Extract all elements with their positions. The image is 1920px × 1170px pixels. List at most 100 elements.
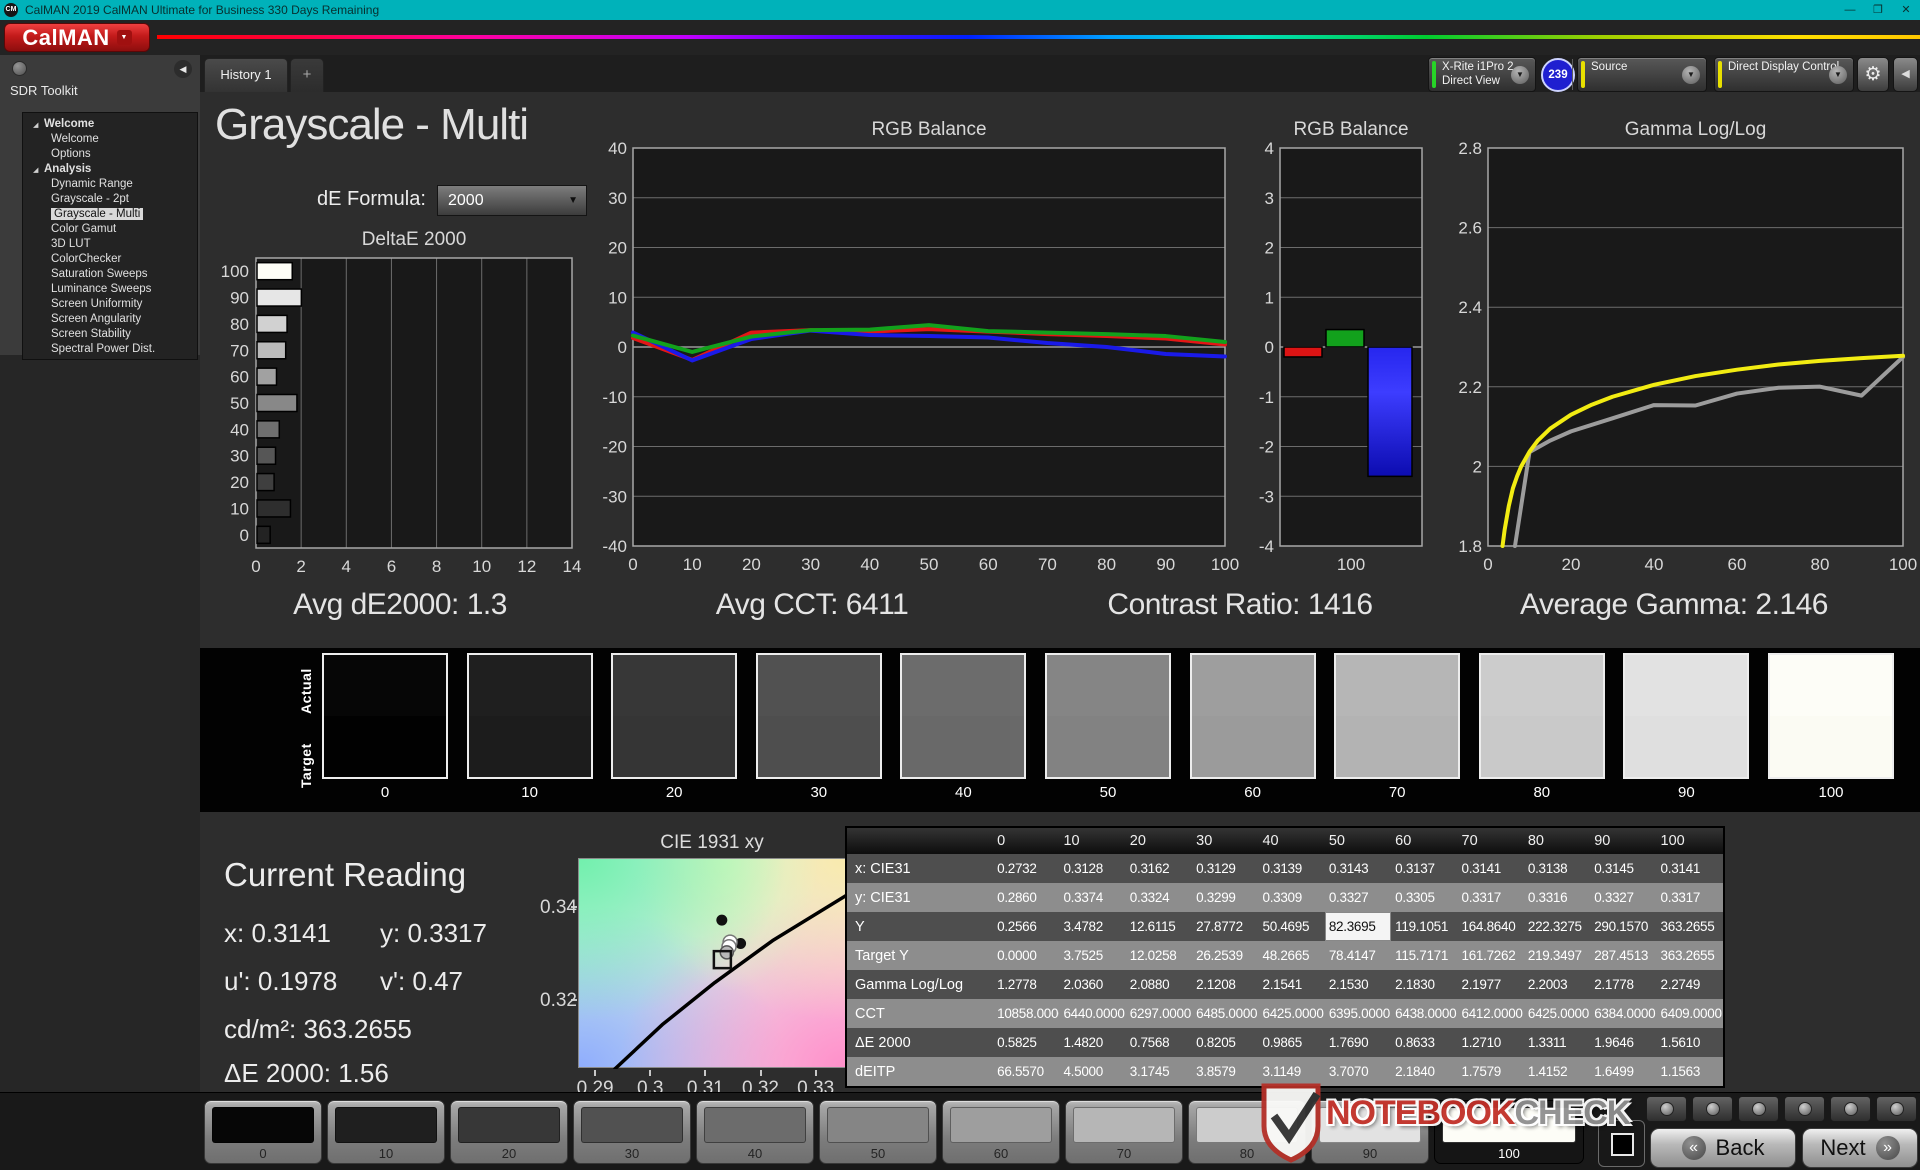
meter-dropdown[interactable]: X-Rite i1Pro 2 Direct View ▼ [1428,57,1536,92]
table-cell[interactable]: 12.0258 [1126,941,1192,970]
mini-toolbar-button[interactable] [1830,1096,1871,1122]
table-cell[interactable]: 0.3139 [1258,854,1324,883]
table-cell[interactable]: 164.8640 [1458,912,1524,941]
table-cell[interactable]: 287.4513 [1590,941,1656,970]
table-cell[interactable]: 2.1778 [1590,970,1656,999]
table-cell[interactable]: 0.2732 [993,854,1059,883]
level-button-40[interactable]: 40 [696,1100,814,1164]
table-cell[interactable]: 0.3128 [1059,854,1125,883]
table-cell[interactable]: 1.4152 [1524,1057,1590,1086]
tree-expander-icon[interactable]: ◢ [33,118,43,133]
table-cell[interactable]: 363.2655 [1657,941,1723,970]
table-cell[interactable]: 0.3317 [1458,883,1524,912]
level-button-60[interactable]: 60 [942,1100,1060,1164]
level-button-0[interactable]: 0 [204,1100,322,1164]
table-cell[interactable]: 0.3145 [1590,854,1656,883]
source-dropdown[interactable]: Source ▼ [1577,57,1707,92]
table-cell[interactable]: 78.4147 [1325,941,1391,970]
table-cell[interactable]: 222.3275 [1524,912,1590,941]
table-cell[interactable]: 0.2860 [993,883,1059,912]
table-cell[interactable]: 66.5570 [993,1057,1059,1086]
table-cell[interactable]: 1.5610 [1657,1028,1723,1057]
sidebar-item-grayscale-multi[interactable]: Grayscale - Multi [23,207,197,222]
table-cell[interactable]: 219.3497 [1524,941,1590,970]
sidebar-item-screen-stability[interactable]: Screen Stability [23,327,197,342]
table-cell[interactable]: 3.8579 [1192,1057,1258,1086]
table-cell[interactable]: 0.3374 [1059,883,1125,912]
table-cell[interactable]: 1.4820 [1059,1028,1125,1057]
level-button-90[interactable]: 90 [1311,1100,1429,1164]
next-button[interactable]: Next » [1802,1128,1918,1168]
table-cell[interactable]: 0.3327 [1590,883,1656,912]
workflow-dot-icon[interactable] [12,61,27,76]
level-button-20[interactable]: 20 [450,1100,568,1164]
de-formula-select[interactable]: 2000 ▼ [437,185,587,216]
table-cell[interactable]: 6409.0000 [1657,999,1723,1028]
table-cell[interactable]: 0.3309 [1258,883,1324,912]
pattern-window-toggle[interactable] [1598,1120,1645,1167]
table-cell[interactable]: 2.2003 [1524,970,1590,999]
table-cell[interactable]: 26.2539 [1192,941,1258,970]
table-cell[interactable]: 290.1570 [1590,912,1656,941]
sidebar-item-grayscale-2pt[interactable]: Grayscale - 2pt [23,192,197,207]
table-cell[interactable]: 12.6115 [1126,912,1192,941]
settings-button[interactable]: ⚙ [1857,57,1889,92]
sidebar-item-dynamic-range[interactable]: Dynamic Range [23,177,197,192]
sidebar-item-luminance-sweeps[interactable]: Luminance Sweeps [23,282,197,297]
table-cell[interactable]: 363.2655 [1657,912,1723,941]
table-cell[interactable]: 0.0000 [993,941,1059,970]
table-cell[interactable]: 6412.0000 [1458,999,1524,1028]
table-cell[interactable]: 0.3137 [1391,854,1457,883]
close-icon[interactable]: ✕ [1892,0,1920,20]
sidebar-item-saturation-sweeps[interactable]: Saturation Sweeps [23,267,197,282]
sidebar-item-welcome[interactable]: Welcome [23,132,197,147]
level-button-50[interactable]: 50 [819,1100,937,1164]
maximize-icon[interactable]: ❐ [1864,0,1892,20]
table-cell[interactable]: 6440.0000 [1059,999,1125,1028]
level-button-80[interactable]: 80 [1188,1100,1306,1164]
table-cell[interactable]: 1.7579 [1458,1057,1524,1086]
chevron-down-icon[interactable]: ▼ [1829,65,1847,84]
table-cell[interactable]: 2.1541 [1258,970,1324,999]
table-cell[interactable]: 0.3317 [1657,883,1723,912]
sidebar-item-spectral-power-dist[interactable]: Spectral Power Dist. [23,342,197,357]
table-cell[interactable]: 0.9865 [1258,1028,1324,1057]
sidebar-item-screen-angularity[interactable]: Screen Angularity [23,312,197,327]
table-cell[interactable]: 4.5000 [1059,1057,1125,1086]
tab-history-1[interactable]: History 1 [204,58,288,92]
table-cell[interactable]: 0.3143 [1325,854,1391,883]
mini-toolbar-button[interactable] [1876,1096,1917,1122]
sidebar-item-color-gamut[interactable]: Color Gamut [23,222,197,237]
table-cell[interactable]: 119.1051 [1391,912,1457,941]
table-cell[interactable]: 6425.0000 [1524,999,1590,1028]
table-cell[interactable]: 0.2566 [993,912,1059,941]
table-cell[interactable]: 2.1977 [1458,970,1524,999]
table-cell[interactable]: 0.3327 [1325,883,1391,912]
back-button[interactable]: « Back [1650,1128,1796,1168]
table-cell[interactable]: 3.1745 [1126,1057,1192,1086]
sidebar-item-colorchecker[interactable]: ColorChecker [23,252,197,267]
table-cell[interactable]: 0.3299 [1192,883,1258,912]
display-control-dropdown[interactable]: Direct Display Control ▼ [1714,57,1854,92]
table-cell[interactable]: 3.1149 [1258,1057,1324,1086]
table-cell[interactable]: 6485.0000 [1192,999,1258,1028]
table-cell[interactable]: 2.0360 [1059,970,1125,999]
sidebar-item-options[interactable]: Options [23,147,197,162]
level-button-100[interactable]: 100 [1434,1100,1584,1164]
table-cell[interactable]: 0.5825 [993,1028,1059,1057]
table-cell[interactable]: 3.7525 [1059,941,1125,970]
table-cell[interactable]: 2.1530 [1325,970,1391,999]
table-cell[interactable]: 6384.0000 [1590,999,1656,1028]
table-cell[interactable]: 115.7171 [1391,941,1457,970]
table-cell[interactable]: 1.9646 [1590,1028,1656,1057]
table-cell[interactable]: 6395.0000 [1325,999,1391,1028]
table-cell[interactable]: 0.3305 [1391,883,1457,912]
table-cell[interactable]: 0.3316 [1524,883,1590,912]
tree-expander-icon[interactable]: ◢ [33,163,43,178]
table-cell[interactable]: 1.3311 [1524,1028,1590,1057]
table-cell[interactable]: 0.8205 [1192,1028,1258,1057]
level-button-70[interactable]: 70 [1065,1100,1183,1164]
level-button-30[interactable]: 30 [573,1100,691,1164]
table-cell[interactable]: 6425.0000 [1258,999,1324,1028]
table-cell[interactable]: 27.8772 [1192,912,1258,941]
